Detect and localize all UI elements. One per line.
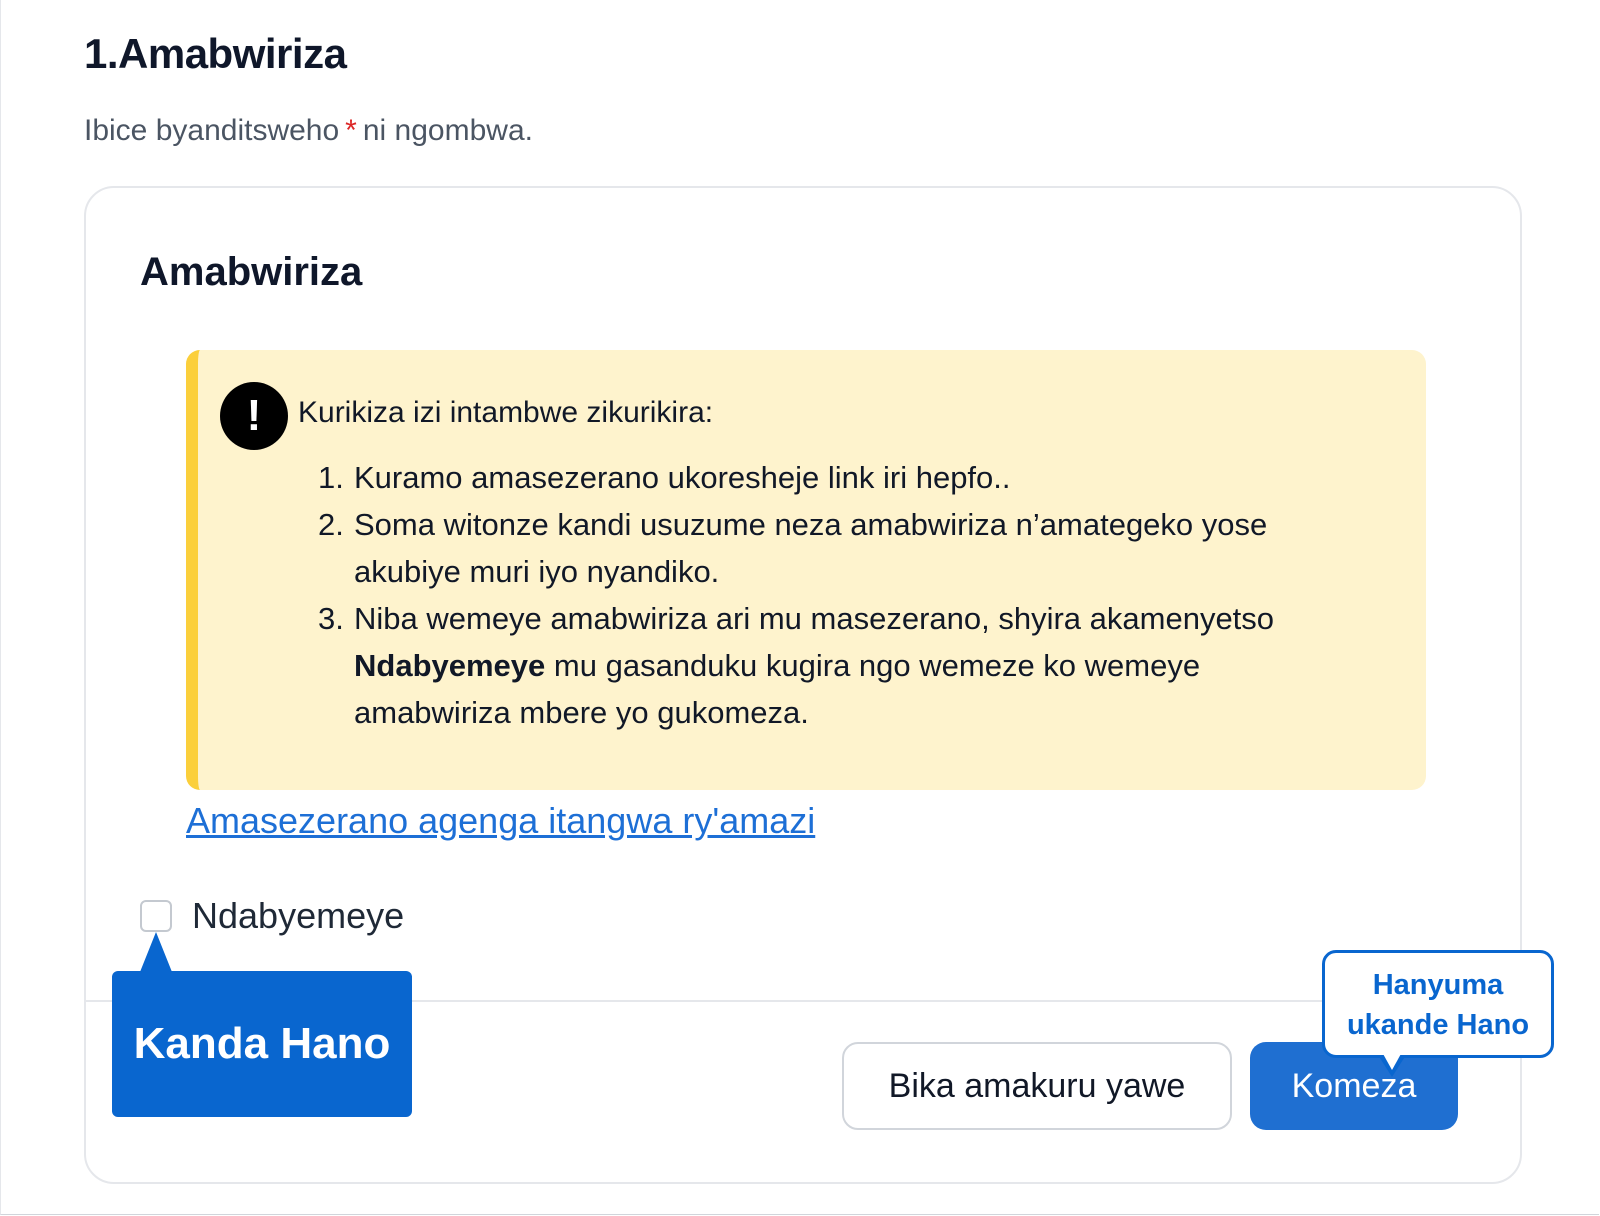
section-title: 1.Amabwiriza — [84, 30, 347, 77]
callout-line-2: ukande Hano — [1346, 1009, 1530, 1041]
required-note-prefix: Ibice byanditsweho — [84, 114, 340, 147]
step-strong-text: Ndabyemeye — [354, 648, 546, 683]
instructions-notice: ! Kurikiza izi intambwe zikurikira: 1. K… — [186, 350, 1426, 790]
required-star: * — [345, 114, 357, 147]
step-text-before: Niba wemeye amabwiriza ari mu masezerano… — [354, 601, 1275, 636]
agreement-document-link[interactable]: Amasezerano agenga itangwa ry'amazi — [186, 800, 815, 842]
notice-heading: Kurikiza izi intambwe zikurikira: — [298, 396, 714, 429]
save-button[interactable]: Bika amakuru yawe — [842, 1042, 1232, 1130]
instruction-step: 3. Niba wemeye amabwiriza ari mu masezer… — [318, 595, 1318, 736]
click-here-callout: Kanda Hano — [112, 971, 412, 1117]
right-callout-pointer-fill — [1382, 1052, 1402, 1070]
step-text: Soma witonze kandi usuzume neza amabwiri… — [354, 507, 1268, 589]
accept-terms-label[interactable]: Ndabyemeye — [192, 895, 404, 937]
required-fields-note: Ibice byanditsweho * ni ngombwa. — [84, 114, 533, 148]
accept-terms-row: Ndabyemeye — [140, 894, 404, 938]
then-click-here-callout: Hanyuma ukande Hano — [1322, 950, 1554, 1058]
callout-line-1: Hanyuma — [1372, 969, 1504, 1001]
step-text: Kuramo amasezerano ukoresheje link iri h… — [354, 460, 1011, 495]
step-number: 1. — [318, 460, 344, 495]
instruction-step: 2. Soma witonze kandi usuzume neza amabw… — [318, 501, 1318, 595]
left-callout-pointer — [140, 932, 172, 972]
step-number: 3. — [318, 601, 344, 636]
required-note-suffix: ni ngombwa. — [362, 114, 533, 147]
card-title: Amabwiriza — [140, 250, 363, 294]
exclamation-icon: ! — [220, 382, 288, 450]
instruction-steps: 1. Kuramo amasezerano ukoresheje link ir… — [318, 454, 1318, 736]
instruction-step: 1. Kuramo amasezerano ukoresheje link ir… — [318, 454, 1318, 501]
step-number: 2. — [318, 507, 344, 542]
accept-terms-checkbox[interactable] — [140, 900, 172, 932]
